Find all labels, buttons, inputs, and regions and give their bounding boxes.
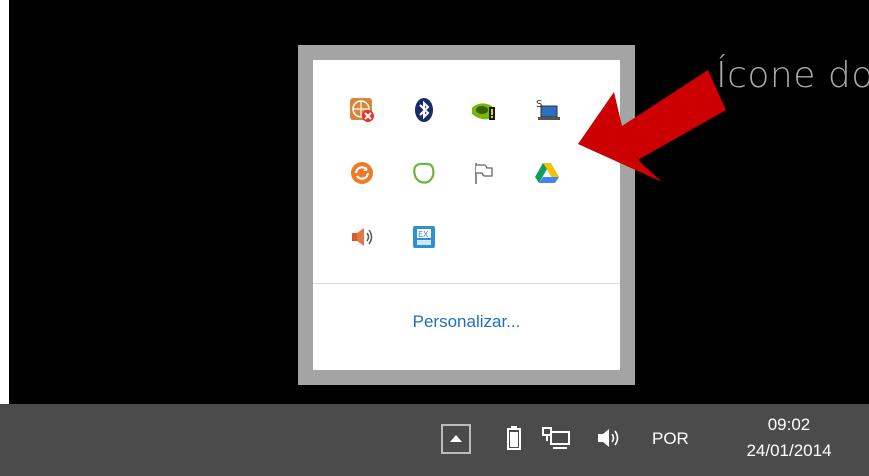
show-hidden-icons-button[interactable] bbox=[441, 424, 471, 454]
clock-time: 09:02 bbox=[767, 415, 811, 434]
network-wired-icon[interactable] bbox=[541, 426, 573, 454]
network-error-icon[interactable] bbox=[348, 96, 376, 124]
google-drive-icon[interactable] bbox=[533, 159, 561, 187]
desktop-background: S EX Personalizar... Ícone do POR 09:02 … bbox=[0, 0, 869, 476]
svg-text:EX: EX bbox=[418, 230, 429, 239]
customize-link[interactable]: Personalizar... bbox=[313, 312, 620, 332]
clock-date: 24/01/2014 bbox=[746, 441, 832, 460]
remote-connection-icon[interactable]: S bbox=[533, 96, 561, 124]
red-arrow-annotation bbox=[578, 70, 726, 182]
speaker-icon[interactable] bbox=[348, 223, 376, 251]
battery-icon[interactable] bbox=[507, 426, 521, 454]
popup-divider bbox=[313, 283, 620, 284]
sync-icon[interactable] bbox=[348, 159, 376, 187]
evernote-icon[interactable] bbox=[410, 159, 438, 187]
input-language-indicator[interactable]: POR bbox=[652, 429, 689, 449]
keyboard-layout-icon[interactable]: EX bbox=[410, 223, 438, 251]
nvidia-icon[interactable] bbox=[470, 96, 498, 124]
taskbar: POR 09:02 24/01/2014 bbox=[0, 404, 869, 476]
bluetooth-icon[interactable] bbox=[410, 96, 438, 124]
clock[interactable]: 09:02 24/01/2014 bbox=[724, 414, 854, 466]
annotation-text: Ícone do bbox=[716, 55, 869, 96]
svg-text:S: S bbox=[536, 99, 542, 110]
chevron-up-icon bbox=[450, 435, 462, 442]
action-center-flag-icon[interactable] bbox=[470, 159, 498, 187]
volume-icon[interactable] bbox=[596, 426, 622, 454]
